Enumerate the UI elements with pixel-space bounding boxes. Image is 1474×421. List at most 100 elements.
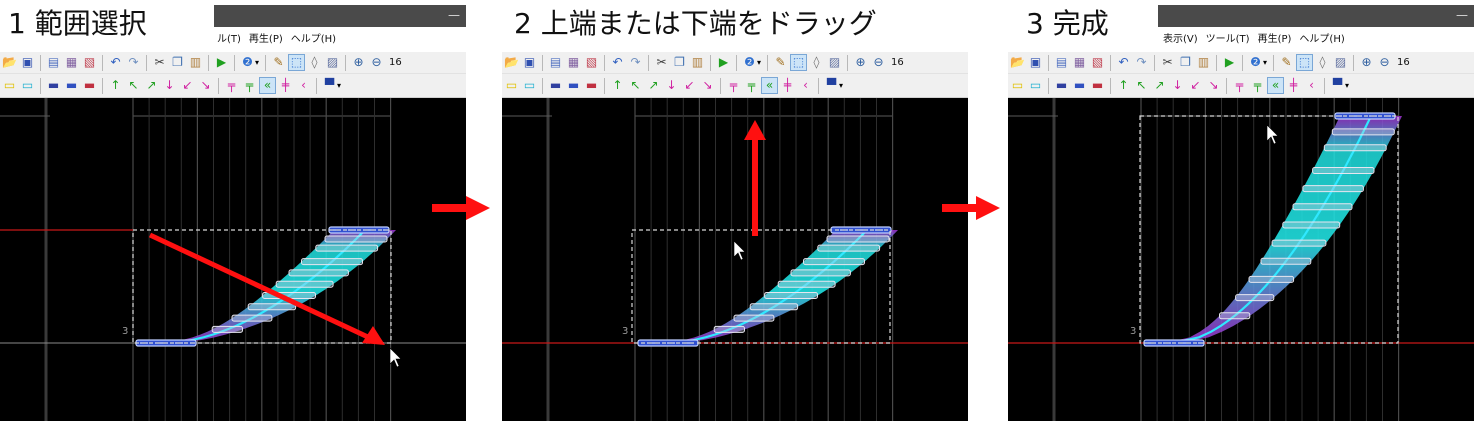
- properties-icon[interactable]: ▦: [1072, 55, 1087, 70]
- slide-step[interactable]: [1219, 312, 1251, 320]
- edit-icon[interactable]: ▨: [1333, 55, 1348, 70]
- air-down-icon[interactable]: ↓: [162, 78, 177, 93]
- zoom-in-icon[interactable]: ⊕: [1359, 55, 1374, 70]
- score-svg[interactable]: [0, 98, 466, 421]
- chevron-down-icon[interactable]: ▾: [757, 58, 761, 67]
- bpm-icon[interactable]: ‹: [296, 78, 311, 93]
- slide-note[interactable]: [637, 226, 898, 347]
- slide-step[interactable]: [803, 258, 865, 266]
- slide-icon[interactable]: ▬: [566, 78, 581, 93]
- open-folder-icon[interactable]: 📂: [1010, 55, 1025, 70]
- tap-note-icon[interactable]: ▭: [2, 78, 17, 93]
- play-icon[interactable]: ▶: [1222, 55, 1237, 70]
- air-downright-icon[interactable]: ↘: [700, 78, 715, 93]
- pencil-icon[interactable]: ✎: [1279, 55, 1294, 70]
- ex-note-icon[interactable]: ▭: [522, 78, 537, 93]
- play-icon[interactable]: ▶: [214, 55, 229, 70]
- air-hold-icon[interactable]: ╤: [744, 78, 759, 93]
- ex-note-icon[interactable]: ▭: [1028, 78, 1043, 93]
- open-folder-icon[interactable]: 📂: [504, 55, 519, 70]
- zoom-out-icon[interactable]: ⊖: [369, 55, 384, 70]
- help-icon[interactable]: ❷: [240, 55, 255, 70]
- air-downleft-icon[interactable]: ↙: [180, 78, 195, 93]
- air-hold-icon[interactable]: ╤: [242, 78, 257, 93]
- undo-icon[interactable]: ↶: [610, 55, 625, 70]
- slide-step[interactable]: [1302, 185, 1364, 193]
- copy-icon[interactable]: ❐: [170, 55, 185, 70]
- play-icon[interactable]: ▶: [716, 55, 731, 70]
- undo-icon[interactable]: ↶: [108, 55, 123, 70]
- slide-step[interactable]: [817, 244, 881, 252]
- pencil-icon[interactable]: ✎: [271, 55, 286, 70]
- flick-icon[interactable]: «: [1267, 77, 1284, 94]
- select-rect-icon[interactable]: ⬚: [288, 54, 306, 71]
- zoom-out-icon[interactable]: ⊖: [1377, 55, 1392, 70]
- air-downleft-icon[interactable]: ↙: [1188, 78, 1203, 93]
- damage-icon[interactable]: ╪: [780, 78, 795, 93]
- slide-step[interactable]: [1248, 275, 1295, 283]
- slide-step[interactable]: [315, 244, 379, 252]
- damage-icon[interactable]: ╪: [1286, 78, 1301, 93]
- copy-icon[interactable]: ❐: [1178, 55, 1193, 70]
- air-downright-icon[interactable]: ↘: [1206, 78, 1221, 93]
- cut-icon[interactable]: ✂: [654, 55, 669, 70]
- score-canvas[interactable]: 3: [1008, 98, 1474, 421]
- tap-note-icon[interactable]: ▭: [1010, 78, 1025, 93]
- slide-step[interactable]: [301, 258, 363, 266]
- copy-icon[interactable]: ❐: [672, 55, 687, 70]
- slide-step[interactable]: [749, 303, 799, 311]
- flick-icon[interactable]: «: [259, 77, 276, 94]
- slide-step[interactable]: [247, 303, 297, 311]
- menu-tools[interactable]: ル(T): [217, 34, 241, 45]
- menu-play[interactable]: 再生(P): [1258, 34, 1292, 45]
- select-rect-icon[interactable]: ⬚: [790, 54, 808, 71]
- air-action-icon[interactable]: ╤: [224, 78, 239, 93]
- redo-icon[interactable]: ↷: [126, 55, 141, 70]
- redo-icon[interactable]: ↷: [1134, 55, 1149, 70]
- slide-step[interactable]: [777, 280, 836, 288]
- slide-step[interactable]: [1271, 239, 1327, 247]
- air-upleft-icon[interactable]: ↖: [126, 78, 141, 93]
- paste-icon[interactable]: ▥: [690, 55, 705, 70]
- air-upleft-icon[interactable]: ↖: [628, 78, 643, 93]
- page-icon[interactable]: ▤: [46, 55, 61, 70]
- air-action-icon[interactable]: ╤: [726, 78, 741, 93]
- air-action-icon[interactable]: ╤: [1232, 78, 1247, 93]
- hold-note-icon[interactable]: ▬: [548, 78, 563, 93]
- hold-note-icon[interactable]: ▬: [46, 78, 61, 93]
- cut-icon[interactable]: ✂: [152, 55, 167, 70]
- score-canvas[interactable]: 3: [502, 98, 968, 421]
- slide-step[interactable]: [275, 280, 334, 288]
- slide-icon[interactable]: ▬: [64, 78, 79, 93]
- slide-step[interactable]: [211, 325, 243, 333]
- air-up-icon[interactable]: ↑: [108, 78, 123, 93]
- air-down-icon[interactable]: ↓: [1170, 78, 1185, 93]
- event-icon[interactable]: ▀: [322, 78, 337, 93]
- tap-note-icon[interactable]: ▭: [504, 78, 519, 93]
- slide-step[interactable]: [231, 314, 273, 322]
- save-icon[interactable]: ▣: [522, 55, 537, 70]
- edit-icon[interactable]: ▨: [827, 55, 842, 70]
- air-icon[interactable]: ▬: [584, 78, 599, 93]
- page-icon[interactable]: ▤: [548, 55, 563, 70]
- page-icon[interactable]: ▤: [1054, 55, 1069, 70]
- menu-tools[interactable]: ツール(T): [1206, 34, 1250, 45]
- slide-step[interactable]: [1323, 144, 1387, 152]
- slide-step[interactable]: [1312, 167, 1375, 174]
- score-svg[interactable]: [1008, 98, 1474, 421]
- export-icon[interactable]: ▧: [82, 55, 97, 70]
- export-icon[interactable]: ▧: [1090, 55, 1105, 70]
- slide-step[interactable]: [790, 269, 851, 277]
- select-rect-icon[interactable]: ⬚: [1296, 54, 1314, 71]
- air-down-icon[interactable]: ↓: [664, 78, 679, 93]
- slide-step[interactable]: [1235, 294, 1275, 302]
- score-canvas[interactable]: 3: [0, 98, 466, 421]
- air-up-icon[interactable]: ↑: [1116, 78, 1131, 93]
- slide-step[interactable]: [1331, 128, 1395, 136]
- air-upleft-icon[interactable]: ↖: [1134, 78, 1149, 93]
- export-icon[interactable]: ▧: [584, 55, 599, 70]
- help-icon[interactable]: ❷: [1248, 55, 1263, 70]
- air-up-icon[interactable]: ↑: [610, 78, 625, 93]
- open-folder-icon[interactable]: 📂: [2, 55, 17, 70]
- save-icon[interactable]: ▣: [1028, 55, 1043, 70]
